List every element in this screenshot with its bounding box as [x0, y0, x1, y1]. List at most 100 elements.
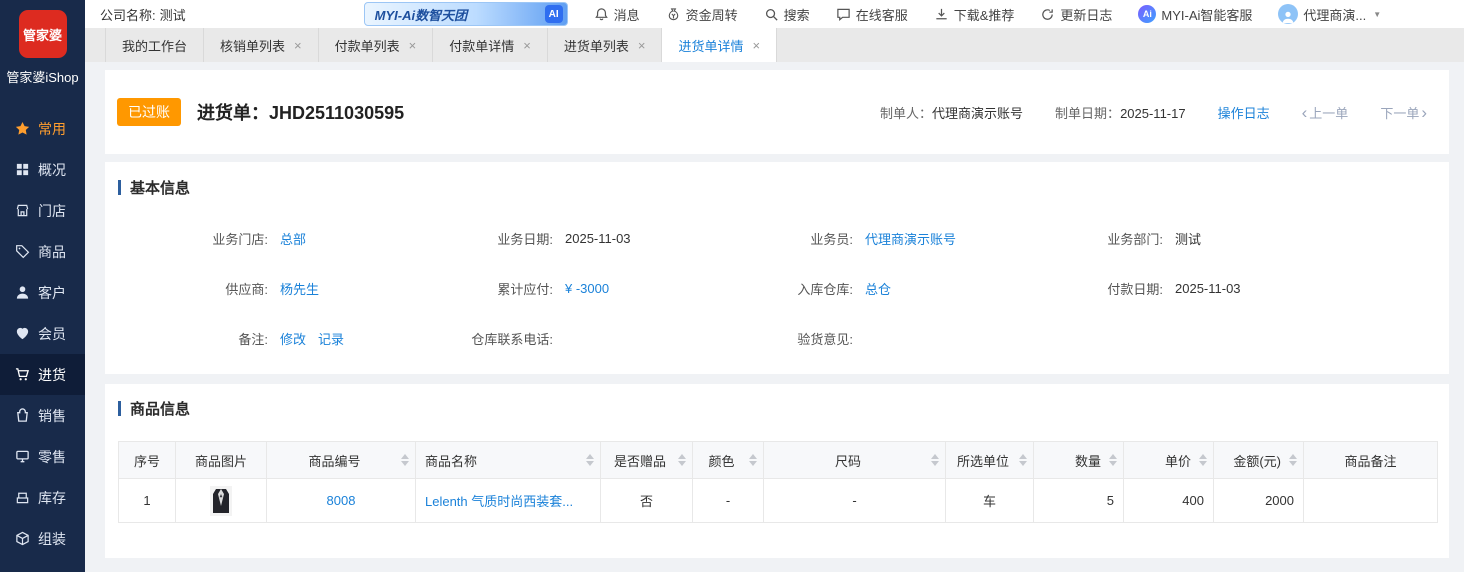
ai-customer-service-button[interactable]: Ai MYI-Ai智能客服: [1138, 5, 1252, 24]
company-name: 公司名称:测试: [100, 5, 186, 24]
col-is-gift[interactable]: 是否赠品: [601, 442, 693, 479]
sidebar-item-retail[interactable]: 零售: [0, 436, 85, 477]
sort-icon[interactable]: [749, 454, 757, 466]
col-product-name[interactable]: 商品名称: [416, 442, 601, 479]
tab-purchase-list[interactable]: 进货单列表 ×: [548, 28, 663, 62]
sidebar-item-sales[interactable]: 销售: [0, 395, 85, 436]
sidebar-item-goods[interactable]: 商品: [0, 231, 85, 272]
table-header-row: 序号 商品图片 商品编号 商品名称 是否赠品 颜色 尺码 所选单位 数量 单价 …: [119, 442, 1438, 479]
sidebar-item-members[interactable]: 会员: [0, 313, 85, 354]
prev-order-button[interactable]: ‹ 上一单: [1302, 103, 1349, 122]
chat-icon: [836, 7, 851, 22]
col-quantity[interactable]: 数量: [1034, 442, 1124, 479]
ai-icon: Ai: [1138, 5, 1156, 23]
sort-icon[interactable]: [1199, 454, 1207, 466]
tab-payment-detail[interactable]: 付款单详情 ×: [433, 28, 548, 62]
person-icon: [1281, 10, 1295, 24]
ai-banner-text: MYI-Ai数智天团: [375, 5, 467, 24]
tab-payment-list[interactable]: 付款单列表 ×: [319, 28, 434, 62]
field-accumulated-payable: 累计应付: ¥ -3000: [403, 278, 703, 298]
sidebar-item-label: 门店: [38, 201, 66, 221]
sidebar-item-customers[interactable]: 客户: [0, 272, 85, 313]
col-product-code[interactable]: 商品编号: [267, 442, 416, 479]
messages-button[interactable]: 消息: [594, 5, 640, 24]
tab-purchase-detail[interactable]: 进货单详情 ×: [662, 28, 777, 62]
goods-tag-icon: [15, 244, 30, 259]
field-inspection-opinion: 验货意见:: [703, 328, 1013, 348]
star-icon: [15, 121, 30, 136]
sort-icon[interactable]: [1109, 454, 1117, 466]
online-service-button[interactable]: 在线客服: [836, 5, 908, 24]
sort-icon[interactable]: [586, 454, 594, 466]
download-recommend-button[interactable]: 下载&推荐: [934, 5, 1015, 24]
field-warehouse-phone: 仓库联系电话:: [403, 328, 703, 348]
sidebar-item-assembly[interactable]: 组装: [0, 518, 85, 559]
company-label: 公司名称:: [100, 8, 156, 23]
search-button[interactable]: 搜索: [764, 5, 810, 24]
field-business-store: 业务门店: 总部: [118, 228, 403, 248]
brand-logo-text: 管家婆: [23, 25, 62, 44]
next-order-button[interactable]: 下一单 ›: [1380, 103, 1427, 122]
heart-icon: [15, 326, 30, 341]
field-remark: 备注: 修改 记录: [118, 328, 403, 348]
sort-icon[interactable]: [1019, 454, 1027, 466]
page-content: 已过账 进货单：JHD2511030595 制单人：代理商演示账号 制单日期：2…: [85, 62, 1464, 572]
col-color[interactable]: 颜色: [693, 442, 764, 479]
sidebar-item-label: 组装: [38, 529, 66, 549]
tab-my-workbench[interactable]: 我的工作台: [105, 28, 204, 62]
sort-icon[interactable]: [1289, 454, 1297, 466]
cell-color: -: [693, 479, 764, 523]
topbar-actions: 消息 资金周转 搜索 在线客服 下载&推荐: [594, 4, 1464, 24]
col-amount[interactable]: 金额(元): [1214, 442, 1304, 479]
sort-icon[interactable]: [678, 454, 686, 466]
close-icon[interactable]: ×: [523, 39, 531, 52]
sidebar-item-overview[interactable]: 概况: [0, 149, 85, 190]
update-log-button[interactable]: 更新日志: [1040, 5, 1112, 24]
product-info-title: 商品信息: [118, 398, 1436, 419]
basic-info-title: 基本信息: [118, 177, 1449, 198]
pos-icon: [15, 449, 30, 464]
close-icon[interactable]: ×: [638, 39, 646, 52]
product-image[interactable]: [210, 486, 232, 516]
sidebar-item-label: 销售: [38, 406, 66, 426]
close-icon[interactable]: ×: [409, 39, 417, 52]
chevron-right-icon: ›: [1421, 104, 1427, 121]
main-area: 公司名称:测试 MYI-Ai数智天团 AI 消息 资金周转 搜索: [85, 0, 1464, 572]
cell-unit: 车: [946, 479, 1034, 523]
cell-size: -: [764, 479, 946, 523]
cart-icon: [15, 367, 30, 382]
operation-log-link[interactable]: 操作日志: [1218, 103, 1270, 122]
col-size[interactable]: 尺码: [764, 442, 946, 479]
sidebar-item-favorites[interactable]: 常用: [0, 108, 85, 149]
order-meta: 制单人：代理商演示账号 制单日期：2025-11-17 操作日志 ‹ 上一单 下…: [880, 103, 1427, 122]
sidebar-item-label: 概况: [38, 160, 66, 180]
ai-promo-banner[interactable]: MYI-Ai数智天团 AI: [364, 2, 568, 26]
chevron-down-icon: ▼: [1373, 10, 1381, 19]
cell-product-remark: [1304, 479, 1438, 523]
capital-turnover-button[interactable]: 资金周转: [666, 5, 738, 24]
cell-quantity: 5: [1034, 479, 1124, 523]
remark-edit-link[interactable]: 修改: [280, 329, 306, 348]
sidebar-item-purchase[interactable]: 进货: [0, 354, 85, 395]
cell-index: 1: [119, 479, 176, 523]
basic-info-card: 基本信息 业务门店: 总部 业务日期: 2025-11-03 业务员: 代理商演…: [105, 162, 1449, 374]
product-code-link[interactable]: 8008: [327, 493, 356, 508]
boxes-icon: [15, 490, 30, 505]
sidebar-item-store[interactable]: 门店: [0, 190, 85, 231]
sort-icon[interactable]: [931, 454, 939, 466]
close-icon[interactable]: ×: [294, 39, 302, 52]
col-unit[interactable]: 所选单位: [946, 442, 1034, 479]
col-product-remark: 商品备注: [1304, 442, 1438, 479]
col-unit-price[interactable]: 单价: [1124, 442, 1214, 479]
remark-record-link[interactable]: 记录: [318, 329, 344, 348]
cube-icon: [15, 531, 30, 546]
product-name-link[interactable]: Lelenth 气质时尚西装套...: [425, 494, 573, 509]
page-title: 进货单：JHD2511030595: [197, 99, 404, 125]
tab-writeoff-list[interactable]: 核销单列表 ×: [204, 28, 319, 62]
close-icon[interactable]: ×: [752, 39, 760, 52]
sidebar-item-inventory[interactable]: 库存: [0, 477, 85, 518]
ai-banner-chip-icon: AI: [545, 5, 563, 23]
sort-icon[interactable]: [401, 454, 409, 466]
user-menu[interactable]: 代理商演... ▼: [1278, 4, 1381, 24]
bag-icon: [15, 408, 30, 423]
